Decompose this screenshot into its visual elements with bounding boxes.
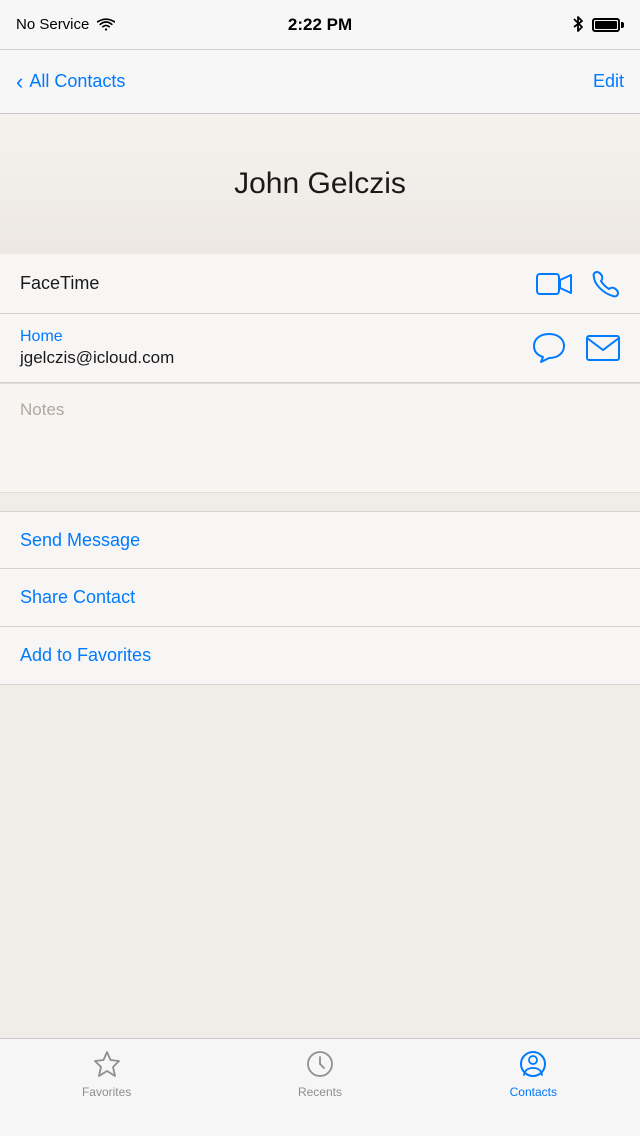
edit-button[interactable]: Edit	[593, 71, 624, 92]
status-right	[572, 15, 624, 35]
add-favorites-row[interactable]: Add to Favorites	[0, 627, 640, 685]
back-label: All Contacts	[29, 71, 125, 92]
battery-icon	[592, 18, 624, 32]
email-actions	[532, 332, 620, 364]
add-favorites-label: Add to Favorites	[20, 645, 151, 666]
no-service-text: No Service	[16, 16, 89, 33]
status-time: 2:22 PM	[288, 15, 352, 35]
message-icon[interactable]	[532, 332, 566, 364]
section-spacer	[0, 493, 640, 511]
notes-row[interactable]: Notes	[0, 383, 640, 493]
notes-placeholder: Notes	[20, 400, 64, 419]
wifi-icon	[97, 18, 115, 32]
share-contact-label: Share Contact	[20, 587, 135, 608]
contact-header: John Gelczis	[0, 114, 640, 254]
tab-recents[interactable]: Recents	[260, 1047, 380, 1099]
facetime-label: FaceTime	[20, 273, 99, 294]
tab-favorites[interactable]: Favorites	[47, 1047, 167, 1099]
email-content: Home jgelczis@icloud.com	[20, 328, 532, 368]
status-left: No Service	[16, 16, 115, 33]
contact-name: John Gelczis	[234, 167, 406, 201]
share-contact-row[interactable]: Share Contact	[0, 569, 640, 627]
email-value: jgelczis@icloud.com	[20, 348, 532, 368]
back-chevron-icon: ‹	[16, 69, 23, 95]
facetime-actions	[536, 270, 620, 298]
contacts-tab-label: Contacts	[510, 1085, 557, 1099]
facetime-phone-icon[interactable]	[592, 270, 620, 298]
email-icon[interactable]	[586, 335, 620, 361]
back-button[interactable]: ‹ All Contacts	[16, 69, 125, 95]
email-row[interactable]: Home jgelczis@icloud.com	[0, 314, 640, 383]
send-message-label: Send Message	[20, 530, 140, 551]
facetime-row[interactable]: FaceTime	[0, 254, 640, 314]
contacts-tab-icon	[516, 1047, 550, 1081]
recents-tab-icon	[303, 1047, 337, 1081]
tab-bar: Favorites Recents Contacts	[0, 1038, 640, 1136]
recents-tab-label: Recents	[298, 1085, 342, 1099]
tab-contacts[interactable]: Contacts	[473, 1047, 593, 1099]
favorites-tab-icon	[90, 1047, 124, 1081]
facetime-video-icon[interactable]	[536, 271, 572, 297]
status-bar: No Service 2:22 PM	[0, 0, 640, 50]
email-label: Home	[20, 328, 532, 346]
favorites-tab-label: Favorites	[82, 1085, 131, 1099]
send-message-row[interactable]: Send Message	[0, 511, 640, 569]
nav-bar: ‹ All Contacts Edit	[0, 50, 640, 114]
bluetooth-icon	[572, 15, 584, 35]
